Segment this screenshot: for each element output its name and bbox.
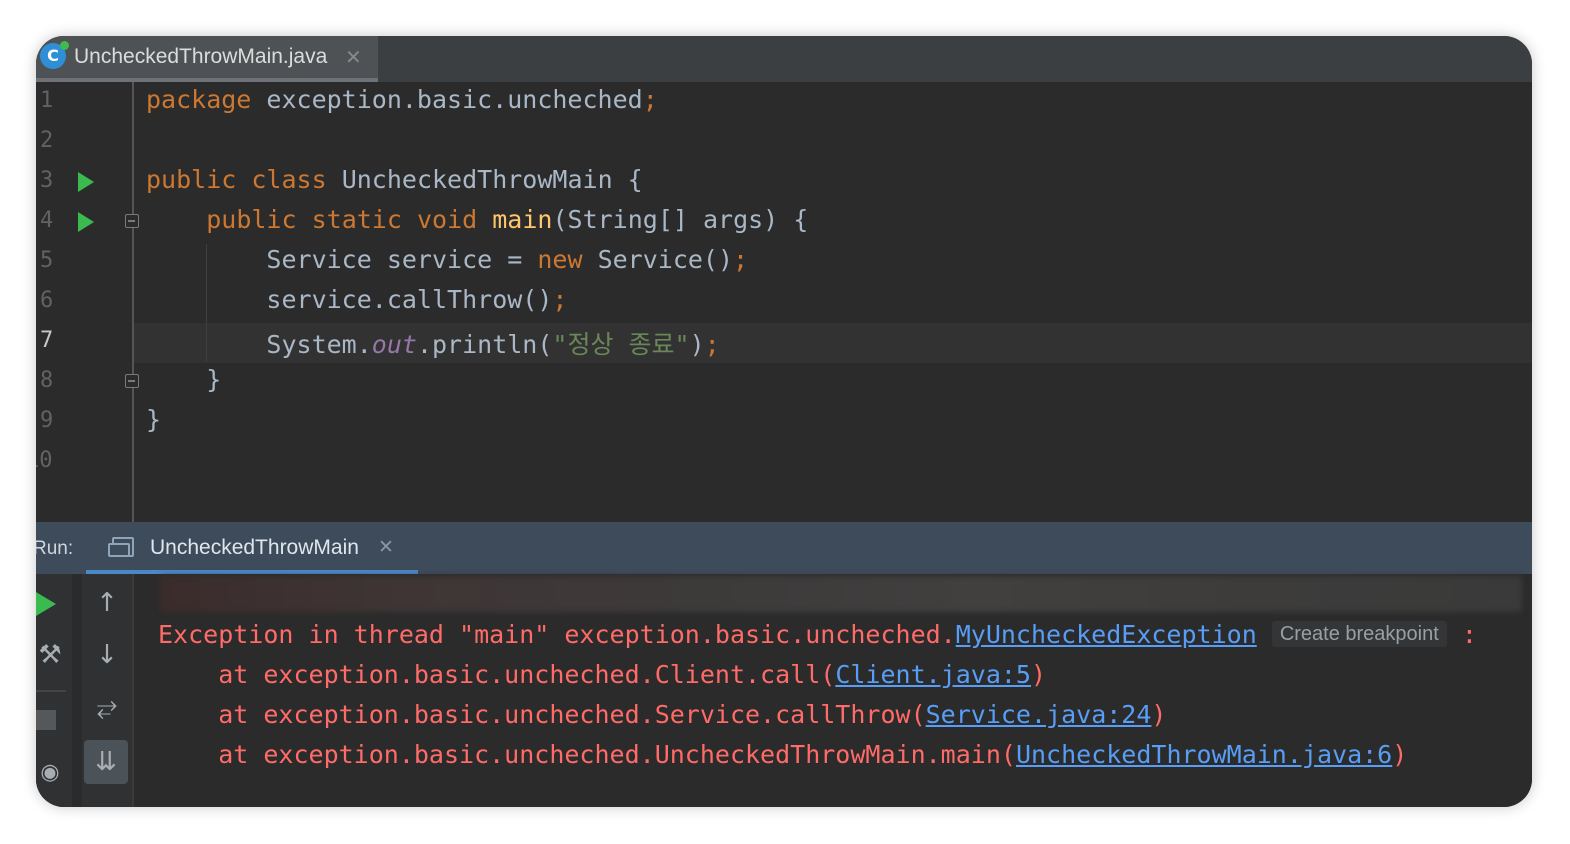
stop-icon[interactable] bbox=[36, 710, 56, 730]
scroll-to-end-icon[interactable]: ⇊ bbox=[84, 740, 128, 784]
code-text: Service service = new Service(); bbox=[266, 245, 749, 274]
run-label: Run: bbox=[36, 538, 74, 559]
code-line: 4 public static void main(String[] args)… bbox=[36, 202, 1532, 242]
run-tab-unchecked-throw-main[interactable]: UncheckedThrowMain ✕ bbox=[86, 522, 418, 574]
run-gutter-icon[interactable] bbox=[78, 212, 94, 232]
console-divider bbox=[132, 574, 134, 807]
console-line-stacktrace: at exception.basic.uncheched.Client.call… bbox=[158, 660, 1047, 689]
code-text: } bbox=[206, 365, 222, 394]
toolbar-divider bbox=[36, 690, 66, 692]
console-line-stacktrace: at exception.basic.uncheched.UncheckedTh… bbox=[158, 740, 1408, 769]
code-line-current: 7 System.out.println("정상 종료"); bbox=[36, 322, 1532, 362]
console-icon bbox=[108, 537, 134, 557]
code-line: 8 } bbox=[36, 362, 1532, 402]
line-number[interactable]: 8 bbox=[40, 368, 53, 393]
line-number[interactable]: 9 bbox=[40, 408, 53, 433]
wrench-icon[interactable]: ⚒ bbox=[36, 640, 64, 670]
arrow-up-icon[interactable]: ↑ bbox=[90, 588, 124, 618]
stacktrace-link[interactable]: Client.java:5 bbox=[835, 660, 1031, 689]
code-text: } bbox=[146, 405, 162, 434]
line-number[interactable]: 2 bbox=[40, 128, 53, 153]
line-number[interactable]: 1 bbox=[40, 88, 53, 113]
code-text: service.callThrow(); bbox=[266, 285, 568, 314]
code-line: 9 } bbox=[36, 402, 1532, 442]
soft-wrap-icon[interactable]: ⥂ bbox=[90, 692, 124, 723]
close-icon[interactable]: ✕ bbox=[378, 536, 394, 558]
code-line: 5 Service service = new Service(); bbox=[36, 242, 1532, 282]
code-text: public class UncheckedThrowMain { bbox=[146, 165, 643, 194]
code-text: System.out.println("정상 종료"); bbox=[266, 330, 720, 359]
code-line: 3 public class UncheckedThrowMain { bbox=[36, 162, 1532, 202]
line-number[interactable]: 6 bbox=[40, 288, 53, 313]
fold-icon[interactable] bbox=[125, 214, 139, 228]
console-line-exception: Exception in thread "main" exception.bas… bbox=[158, 620, 1477, 649]
run-toolbar-left: ⚒ ◉ bbox=[36, 574, 72, 807]
camera-icon[interactable]: ◉ bbox=[36, 760, 64, 785]
code-editor[interactable]: 1 package exception.basic.uncheched; 2 3… bbox=[36, 82, 1532, 522]
rerun-icon[interactable] bbox=[36, 592, 56, 616]
console-line-stacktrace: at exception.basic.uncheched.Service.cal… bbox=[158, 700, 1167, 729]
code-line: 10 bbox=[36, 442, 1532, 482]
line-number[interactable]: 5 bbox=[40, 248, 53, 273]
create-breakpoint-button[interactable]: Create breakpoint bbox=[1271, 621, 1447, 647]
stacktrace-link[interactable]: UncheckedThrowMain.java:6 bbox=[1016, 740, 1392, 769]
stacktrace-link[interactable]: Service.java:24 bbox=[926, 700, 1152, 729]
editor-tab-label: UncheckedThrowMain.java bbox=[74, 45, 328, 68]
line-number[interactable]: 3 bbox=[40, 168, 53, 193]
arrow-down-icon[interactable]: ↓ bbox=[90, 640, 124, 670]
run-tool-window-header: Run: UncheckedThrowMain ✕ bbox=[36, 522, 1532, 574]
blurred-command-line bbox=[160, 576, 1522, 612]
run-toolbar-console: ↑ ↓ ⥂ ⇊ bbox=[82, 574, 132, 807]
run-gutter-icon[interactable] bbox=[78, 172, 94, 192]
code-text: public static void main(String[] args) { bbox=[206, 205, 809, 234]
close-icon[interactable]: ✕ bbox=[345, 45, 362, 69]
line-number[interactable]: 4 bbox=[40, 208, 53, 233]
java-class-icon: C bbox=[40, 41, 69, 69]
exception-class-link[interactable]: MyUncheckedException bbox=[956, 620, 1257, 649]
fold-icon[interactable] bbox=[125, 374, 139, 388]
code-line: 1 package exception.basic.uncheched; bbox=[36, 82, 1532, 122]
run-console[interactable]: ⚒ ◉ ↑ ↓ ⥂ ⇊ Exception in thread "main" e… bbox=[36, 574, 1532, 807]
line-number[interactable]: 10 bbox=[36, 448, 53, 473]
editor-tab-unchecked-throw-main[interactable]: C UncheckedThrowMain.java ✕ bbox=[36, 36, 378, 82]
line-number[interactable]: 7 bbox=[40, 328, 53, 353]
run-tab-label: UncheckedThrowMain bbox=[150, 536, 359, 559]
code-text: package exception.basic.uncheched; bbox=[146, 85, 658, 114]
code-line: 2 bbox=[36, 122, 1532, 162]
ide-window: C UncheckedThrowMain.java ✕ 1 package ex… bbox=[36, 36, 1532, 807]
editor-tab-bar: C UncheckedThrowMain.java ✕ bbox=[36, 36, 1532, 82]
code-line: 6 service.callThrow(); bbox=[36, 282, 1532, 322]
